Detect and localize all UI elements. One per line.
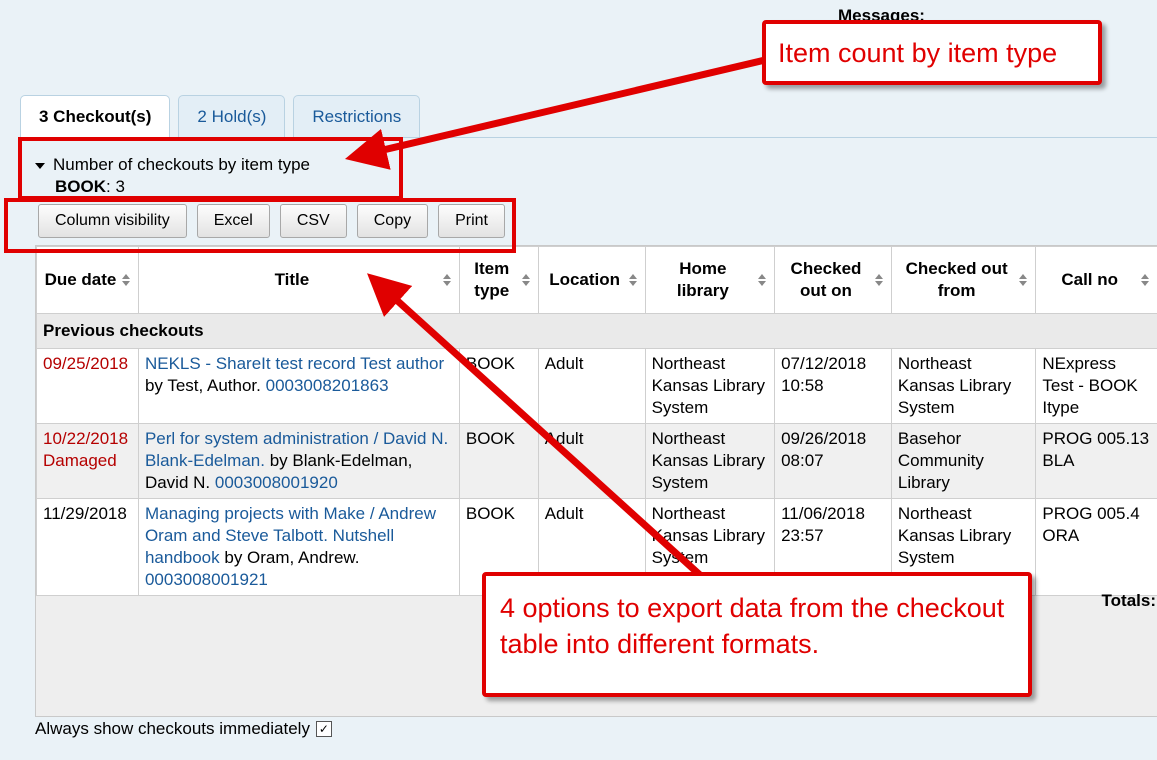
annotation-highlight-export bbox=[4, 198, 516, 253]
author-text: by Test, Author. bbox=[144, 376, 266, 395]
header-label: Checked out on bbox=[790, 259, 862, 300]
header-label: Home library bbox=[676, 259, 729, 300]
callout-item-count: Item count by item type bbox=[762, 20, 1102, 85]
header-label: Due date bbox=[44, 270, 117, 289]
call-no-cell: PROG 005.4 ORA bbox=[1035, 498, 1157, 596]
column-header-checked-out-from[interactable]: Checked out from bbox=[890, 246, 1037, 314]
always-show-checkouts: Always show checkouts immediately ✓ bbox=[35, 719, 332, 739]
checkmark-icon: ✓ bbox=[318, 722, 329, 736]
due-date: 10/22/2018 bbox=[43, 429, 129, 448]
header-label: Call no bbox=[1061, 270, 1119, 289]
due-date-cell: 09/25/2018 bbox=[36, 348, 139, 424]
title-link[interactable]: NEKLS - ShareIt test record Test author bbox=[145, 354, 444, 373]
header-label: Location bbox=[549, 270, 621, 289]
barcode-link[interactable]: 0003008001921 bbox=[145, 570, 268, 589]
item-type-cell: BOOK bbox=[458, 348, 539, 424]
sort-icon bbox=[875, 274, 883, 286]
header-label: Item type bbox=[474, 259, 510, 300]
tab-checkouts[interactable]: 3 Checkout(s) bbox=[20, 95, 171, 138]
header-label: Title bbox=[274, 270, 310, 289]
column-header-item-type[interactable]: Item type bbox=[458, 246, 539, 314]
sort-icon bbox=[122, 274, 130, 286]
due-date: 11/29/2018 bbox=[43, 504, 127, 523]
location-cell: Adult bbox=[537, 423, 646, 499]
callout-export: 4 options to export data from the checko… bbox=[482, 572, 1032, 697]
checkouts-table: Due date Title Item type Location Home l… bbox=[36, 246, 1157, 596]
title-cell: NEKLS - ShareIt test record Test author … bbox=[137, 348, 460, 424]
author-text: by Oram, Andrew. bbox=[219, 548, 360, 567]
checked-out-from-cell: Northeast Kansas Library System bbox=[890, 348, 1037, 424]
due-date-cell: 11/29/2018 bbox=[36, 498, 139, 596]
column-header-call-no[interactable]: Call no bbox=[1035, 246, 1157, 314]
due-date-cell: 10/22/2018 Damaged bbox=[36, 423, 139, 499]
item-type-cell: BOOK bbox=[458, 423, 539, 499]
always-show-checkbox[interactable]: ✓ bbox=[315, 721, 332, 737]
table-row: 09/25/2018 NEKLS - ShareIt test record T… bbox=[36, 348, 1157, 424]
due-status: Damaged bbox=[43, 451, 117, 470]
home-library-cell: Northeast Kansas Library System bbox=[644, 348, 776, 424]
call-no-cell: NExpress Test - BOOK Itype bbox=[1035, 348, 1157, 424]
group-row: Previous checkouts bbox=[36, 313, 1157, 349]
checked-out-on-cell: 07/12/2018 10:58 bbox=[774, 348, 892, 424]
annotation-highlight-itemtype bbox=[18, 137, 403, 200]
sort-icon bbox=[522, 274, 530, 286]
tab-restrictions[interactable]: Restrictions bbox=[293, 95, 421, 138]
column-header-location[interactable]: Location bbox=[537, 246, 646, 314]
location-cell: Adult bbox=[537, 348, 646, 424]
title-cell: Managing projects with Make / Andrew Ora… bbox=[137, 498, 460, 596]
group-label: Previous checkouts bbox=[36, 313, 1157, 349]
due-date: 09/25/2018 bbox=[43, 354, 129, 373]
checked-out-from-cell: Basehor Community Library bbox=[890, 423, 1037, 499]
title-cell: Perl for system administration / David N… bbox=[137, 423, 460, 499]
checkout-tabs: 3 Checkout(s) 2 Hold(s) Restrictions bbox=[20, 95, 428, 138]
sort-icon bbox=[1141, 274, 1149, 286]
home-library-cell: Northeast Kansas Library System bbox=[644, 423, 776, 499]
barcode-link[interactable]: 0003008201863 bbox=[266, 376, 389, 395]
call-no-cell: PROG 005.13 BLA bbox=[1035, 423, 1157, 499]
column-header-due-date[interactable]: Due date bbox=[36, 246, 139, 314]
column-header-checked-out-on[interactable]: Checked out on bbox=[774, 246, 892, 314]
column-header-title[interactable]: Title bbox=[137, 246, 460, 314]
barcode-link[interactable]: 0003008001920 bbox=[215, 473, 338, 492]
always-show-label: Always show checkouts immediately bbox=[35, 719, 310, 738]
header-label: Checked out from bbox=[905, 259, 1008, 300]
sort-icon bbox=[629, 274, 637, 286]
checked-out-on-cell: 09/26/2018 08:07 bbox=[774, 423, 892, 499]
sort-icon bbox=[443, 274, 451, 286]
totals-label: Totals: bbox=[1101, 591, 1156, 610]
column-header-home-library[interactable]: Home library bbox=[644, 246, 776, 314]
sort-icon bbox=[1019, 274, 1027, 286]
sort-icon bbox=[758, 274, 766, 286]
tab-holds[interactable]: 2 Hold(s) bbox=[178, 95, 286, 138]
table-row: 10/22/2018 Damaged Perl for system admini… bbox=[36, 423, 1157, 499]
